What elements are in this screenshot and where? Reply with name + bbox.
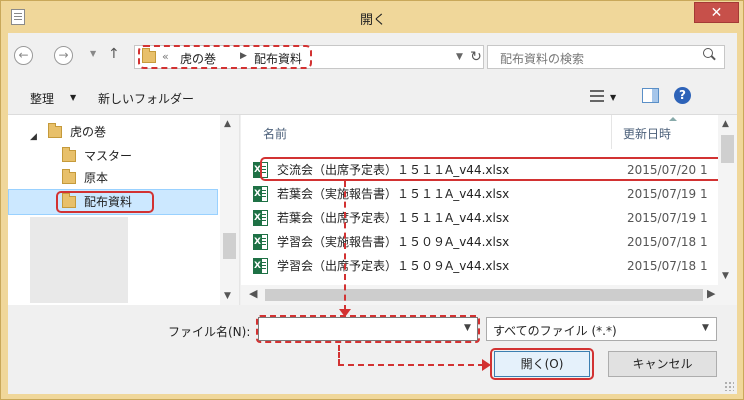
filename-label: ファイル名(N): (168, 325, 251, 339)
navigation-bar: ← → ▼ ↑ « 虎の巻 ▶ 配布資料 ▼ ↻ 配布資料の検索 (8, 33, 737, 79)
tree-item-root[interactable]: ◢ 虎の巻 (8, 121, 218, 143)
scrollbar-thumb[interactable] (265, 289, 703, 301)
tree-item-label: マスター (84, 149, 133, 163)
up-button[interactable]: ↑ (108, 46, 120, 62)
file-list-vertical-scrollbar[interactable]: ▲ ▼ (718, 115, 737, 285)
command-bar: 整理 ▼ 新しいフォルダー ▼ ? (8, 79, 737, 115)
annotation-arrow-head (339, 309, 351, 317)
search-input[interactable]: 配布資料の検索 (487, 45, 725, 69)
folder-icon (62, 147, 76, 162)
dialog-title: 開く (359, 13, 386, 28)
annotation-arrow (338, 345, 340, 365)
tree-item-label: 虎の巻 (70, 125, 107, 139)
tree-item-label: 原本 (84, 171, 109, 185)
search-icon[interactable] (703, 48, 713, 58)
annotation-arrow (338, 364, 484, 366)
scroll-right-icon[interactable]: ▶ (707, 287, 715, 300)
file-row[interactable]: 学習会（出席予定表）１５０９A_v44.xlsx 2015/07/18 1 (253, 255, 723, 277)
annotation-highlight-filename (256, 315, 480, 343)
organize-menu-button[interactable]: 整理 (30, 90, 54, 107)
preview-pane-icon[interactable] (642, 88, 659, 103)
file-row[interactable]: 若葉会（実施報告書）１５１１A_v44.xlsx 2015/07/19 1 (253, 183, 723, 205)
navigation-pane: ◢ 虎の巻 マスター 原本 配布資料 ▲ ▼ (8, 115, 240, 305)
file-list-horizontal-scrollbar[interactable]: ◀ ▶ (241, 285, 737, 305)
dialog-body: ← → ▼ ↑ « 虎の巻 ▶ 配布資料 ▼ ↻ 配布資料の検索 整理 ▼ 新し… (8, 33, 737, 394)
column-divider[interactable] (611, 115, 612, 149)
annotation-arrow (344, 181, 346, 311)
forward-button[interactable]: → (54, 46, 73, 65)
file-row[interactable]: 若葉会（出席予定表）１５１１A_v44.xlsx 2015/07/19 1 (253, 207, 723, 229)
file-date: 2015/07/19 1 (627, 187, 708, 201)
file-name: 若葉会（実施報告書）１５１１A_v44.xlsx (277, 187, 510, 201)
file-list: 名前 更新日時 交流会（出席予定表）１５１１A_v44.xlsx 2015/07… (241, 115, 737, 305)
title-bar[interactable]: 開く ✕ (1, 1, 744, 33)
address-history-chevron-icon[interactable]: ▼ (456, 52, 463, 62)
help-icon[interactable]: ? (674, 87, 691, 104)
scroll-down-icon[interactable]: ▼ (722, 271, 729, 281)
annotation-arrow-head (482, 359, 491, 371)
file-date: 2015/07/18 1 (627, 259, 708, 273)
open-file-dialog: 開く ✕ ← → ▼ ↑ « 虎の巻 ▶ 配布資料 ▼ ↻ 配布資料の検索 整理… (0, 0, 744, 400)
dialog-footer: ファイル名(N): ▼ すべてのファイル (*.*) ▼ 開く(O) キャンセル (8, 305, 737, 394)
obscured-area (30, 217, 128, 303)
resize-grip-icon[interactable] (724, 381, 734, 391)
annotation-highlight-folder (56, 191, 154, 213)
view-options-icon[interactable] (590, 90, 604, 102)
chevron-down-icon[interactable]: ▼ (464, 323, 471, 333)
column-header-date[interactable]: 更新日時 (623, 125, 671, 142)
folder-icon (62, 169, 76, 184)
back-button[interactable]: ← (14, 46, 33, 65)
file-name: 若葉会（出席予定表）１５１１A_v44.xlsx (277, 211, 510, 225)
excel-file-icon (253, 210, 268, 226)
excel-file-icon (253, 234, 268, 250)
new-folder-button[interactable]: 新しいフォルダー (98, 90, 194, 107)
chevron-down-icon[interactable]: ▼ (610, 93, 616, 102)
file-name: 学習会（実施報告書）１５０９A_v44.xlsx (277, 235, 510, 249)
file-row[interactable]: 学習会（実施報告書）１５０９A_v44.xlsx 2015/07/18 1 (253, 231, 723, 253)
scrollbar-thumb[interactable] (223, 233, 236, 259)
file-date: 2015/07/19 1 (627, 211, 708, 225)
chevron-down-icon[interactable]: ▼ (70, 93, 76, 102)
annotation-highlight-open (490, 348, 594, 380)
close-button[interactable]: ✕ (694, 2, 739, 23)
tree-item-original[interactable]: 原本 (8, 167, 218, 189)
excel-file-icon (253, 258, 268, 274)
column-header-name[interactable]: 名前 (263, 125, 287, 142)
file-name: 学習会（出席予定表）１５０９A_v44.xlsx (277, 259, 510, 273)
excel-file-icon (253, 186, 268, 202)
scroll-up-icon[interactable]: ▲ (722, 119, 729, 129)
scroll-left-icon[interactable]: ◀ (249, 287, 257, 300)
annotation-highlight-file (260, 157, 726, 181)
tree-item-master[interactable]: マスター (8, 145, 218, 167)
scroll-down-icon[interactable]: ▼ (224, 291, 231, 301)
sort-indicator-icon (669, 117, 677, 121)
refresh-button[interactable]: ↻ (468, 45, 484, 69)
scroll-up-icon[interactable]: ▲ (224, 119, 231, 129)
chevron-down-icon[interactable]: ▼ (702, 323, 709, 333)
scrollbar-thumb[interactable] (721, 135, 734, 163)
annotation-highlight-address (138, 45, 312, 69)
file-date: 2015/07/18 1 (627, 235, 708, 249)
folder-icon (48, 123, 62, 138)
cancel-button[interactable]: キャンセル (608, 351, 717, 377)
file-type-select[interactable]: すべてのファイル (*.*) (486, 317, 717, 341)
recent-locations-chevron-icon[interactable]: ▼ (90, 49, 96, 58)
navigation-scrollbar[interactable]: ▲ ▼ (220, 115, 239, 305)
